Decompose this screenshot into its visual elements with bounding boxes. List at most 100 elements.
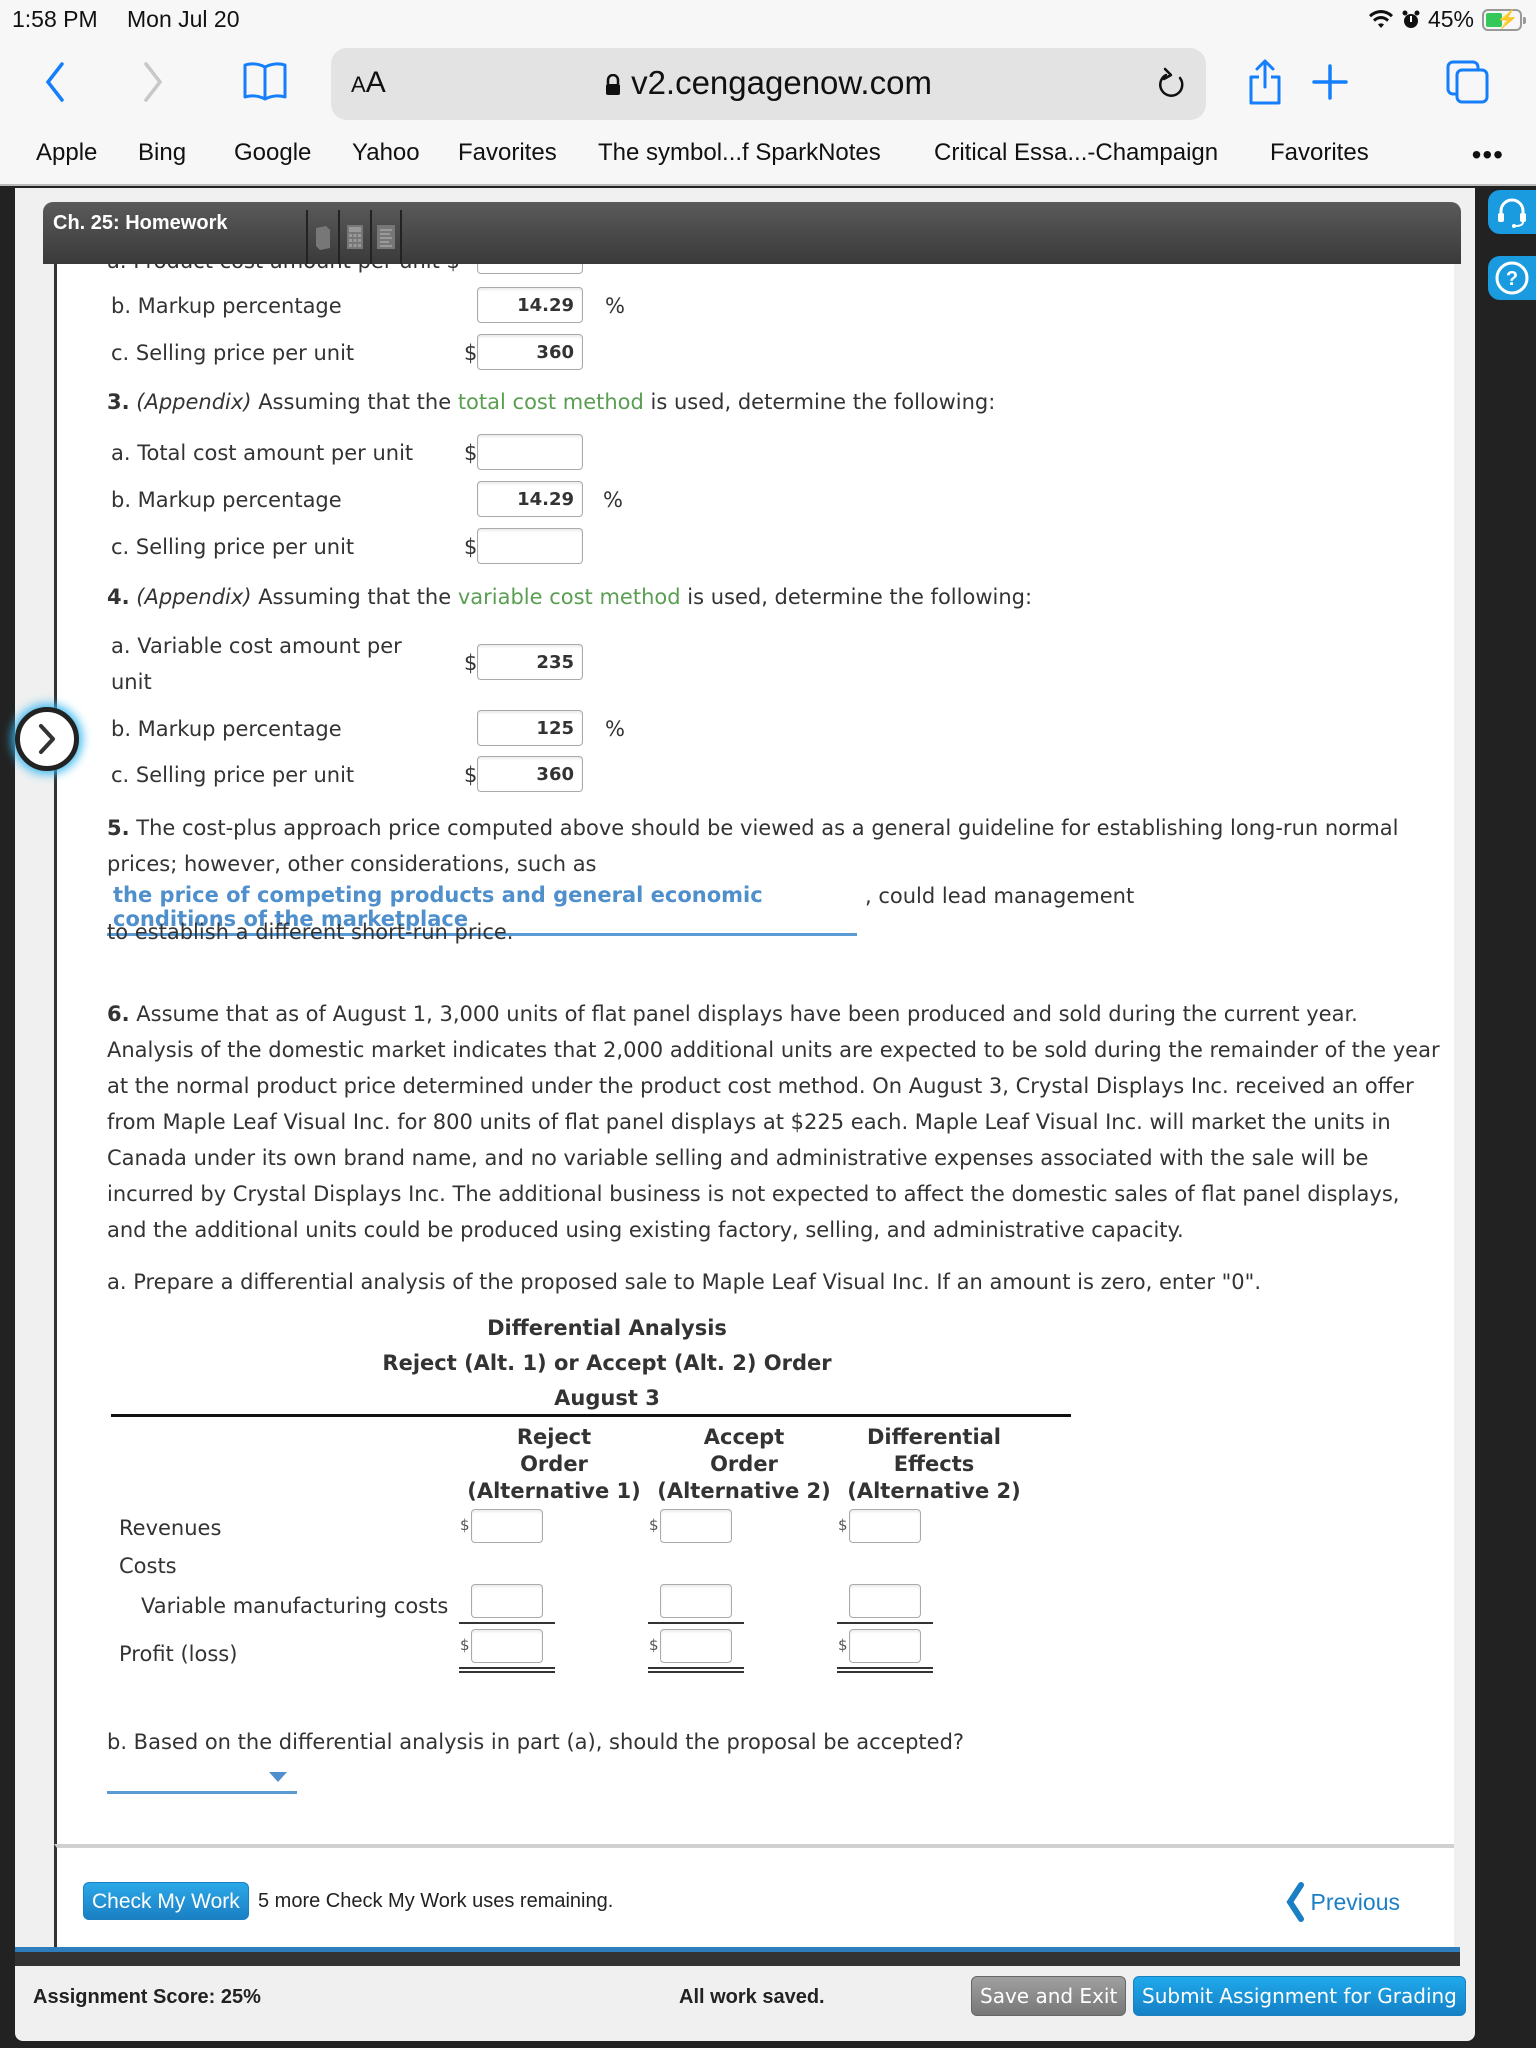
status-date: Mon Jul 20 — [127, 6, 240, 32]
ebook-button[interactable] — [306, 210, 338, 264]
q3-b-input[interactable]: 14.29 — [477, 481, 583, 517]
q3-a-input[interactable] — [477, 434, 583, 470]
profit-accept-prefix: $ — [649, 1636, 659, 1654]
variable-reject-input[interactable] — [471, 1584, 543, 1618]
q3-c-label: c. Selling price per unit — [111, 535, 355, 559]
tabs-button[interactable] — [1443, 57, 1493, 107]
q6-line6: incurred by Crystal Displays Inc. The ad… — [107, 1182, 1400, 1206]
save-status: All work saved. — [679, 1986, 825, 2008]
caret-down-icon — [269, 1772, 287, 1782]
bookmark-bing[interactable]: Bing — [138, 139, 186, 167]
calculator-button[interactable] — [338, 210, 370, 264]
bookmark-apple[interactable]: Apple — [36, 139, 97, 167]
row-label-profit: Profit (loss) — [119, 1642, 238, 1666]
profit-reject-input[interactable] — [471, 1629, 543, 1663]
assignment-footer: Assignment Score: 25% All work saved. Sa… — [15, 1966, 1475, 2041]
q2-b-input[interactable]: 14.29 — [477, 287, 583, 323]
book-icon — [316, 226, 330, 250]
q2-a-input[interactable] — [477, 264, 583, 274]
table-title-1: Differential Analysis — [487, 1316, 727, 1340]
q6-part-b-dropdown[interactable] — [107, 1764, 297, 1794]
revenues-reject-input[interactable] — [471, 1509, 543, 1543]
q6-line4: from Maple Leaf Visual Inc. for 800 unit… — [107, 1110, 1391, 1134]
next-question-button[interactable] — [15, 707, 79, 771]
previous-button[interactable]: Previous — [1285, 1882, 1400, 1922]
q4-c-label: c. Selling price per unit — [111, 763, 355, 787]
wifi-icon — [1368, 9, 1393, 28]
save-and-exit-button[interactable]: Save and Exit — [971, 1976, 1127, 2016]
share-button[interactable] — [1240, 57, 1290, 107]
row-label-revenues: Revenues — [119, 1516, 222, 1540]
revenues-accept-input[interactable] — [660, 1509, 732, 1543]
help-button[interactable]: ? — [1488, 256, 1536, 300]
total-double-rule — [837, 1667, 933, 1673]
profit-diff-prefix: $ — [838, 1636, 848, 1654]
q2-c-input[interactable]: 360 — [477, 334, 583, 370]
lock-icon — [606, 74, 621, 95]
more-bookmarks-icon[interactable]: ••• — [1472, 139, 1504, 171]
forward-button[interactable] — [128, 57, 178, 107]
support-button[interactable] — [1488, 190, 1536, 234]
q2-c-prefix: $ — [464, 341, 478, 365]
bookmark-sparknotes[interactable]: The symbol...f SparkNotes — [598, 139, 881, 167]
q4-c-prefix: $ — [464, 763, 478, 787]
divider-strip-dark — [15, 1952, 1460, 1966]
q3-c-input[interactable] — [477, 528, 583, 564]
check-my-work-remaining: 5 more Check My Work uses remaining. — [258, 1890, 614, 1912]
total-double-rule — [648, 1667, 744, 1673]
col-head-differential: Differential Effects (Alternative 2) — [847, 1425, 1021, 1503]
q4-method-link[interactable]: variable cost method — [458, 585, 681, 609]
q4-a-input[interactable]: 235 — [477, 644, 583, 680]
favorites-bar: Apple Bing Google Yahoo Favorites The sy… — [0, 135, 1536, 175]
bookmark-google[interactable]: Google — [234, 139, 311, 167]
total-double-rule — [459, 1667, 555, 1673]
revenues-diff-prefix: $ — [838, 1516, 848, 1534]
bookmark-favorites-2[interactable]: Favorites — [1270, 139, 1369, 167]
bookmark-yahoo[interactable]: Yahoo — [352, 139, 420, 167]
q6-line3: at the normal product price determined u… — [107, 1074, 1414, 1098]
q3-method-link[interactable]: total cost method — [458, 390, 644, 414]
notes-button[interactable] — [370, 210, 402, 264]
q6-line7: and the additional units could be produc… — [107, 1218, 1184, 1242]
q4-c-input[interactable]: 360 — [477, 756, 583, 792]
submit-assignment-button[interactable]: Submit Assignment for Grading — [1133, 1976, 1466, 2016]
battery-percent: 45% — [1427, 6, 1474, 32]
back-button[interactable] — [30, 57, 80, 107]
variable-diff-input[interactable] — [849, 1584, 921, 1618]
q5-line4: to establish a different short-run price… — [107, 920, 514, 944]
chevron-left-icon — [45, 62, 64, 102]
subtotal-rule — [648, 1622, 744, 1624]
q6-line1: 6. Assume that as of August 1, 3,000 uni… — [107, 1002, 1358, 1026]
bottom-panel: Check My Work 5 more Check My Work uses … — [54, 1844, 1454, 1948]
profit-accept-input[interactable] — [660, 1629, 732, 1663]
q3-a-label: a. Total cost amount per unit — [111, 441, 414, 465]
document-icon — [377, 225, 395, 249]
check-my-work-button[interactable]: Check My Work — [83, 1882, 249, 1920]
profit-diff-input[interactable] — [849, 1629, 921, 1663]
q5-line1: 5. The cost-plus approach price computed… — [107, 816, 1399, 840]
status-time: 1:58 PM — [12, 6, 98, 32]
chevron-left-icon — [1285, 1882, 1304, 1922]
variable-accept-input[interactable] — [660, 1584, 732, 1618]
col-head-reject: Reject Order (Alternative 1) — [467, 1425, 641, 1503]
address-bar[interactable]: AA v2.cengagenow.com — [331, 48, 1206, 120]
new-tab-button[interactable] — [1305, 57, 1355, 107]
q4-b-input[interactable]: 125 — [477, 710, 583, 746]
chevron-right-icon — [39, 724, 55, 754]
q3-heading: 3. (Appendix) Assuming that the total co… — [107, 390, 996, 414]
col-head-accept: Accept Order (Alternative 2) — [657, 1425, 831, 1503]
share-icon — [1249, 59, 1281, 105]
url-text[interactable]: v2.cengagenow.com — [331, 64, 1206, 102]
bookmarks-button[interactable] — [240, 57, 290, 107]
question-content[interactable]: a. Product cost amount per unit $ b. Mar… — [54, 264, 1454, 1844]
subtotal-rule — [459, 1622, 555, 1624]
bookmark-favorites[interactable]: Favorites — [458, 139, 557, 167]
q5-line2: prices; however, other considerations, s… — [107, 852, 597, 876]
q6-line5: Canada under its own brand name, and no … — [107, 1146, 1369, 1170]
revenues-diff-input[interactable] — [849, 1509, 921, 1543]
q5-line3-after: , could lead management — [865, 884, 1135, 908]
q3-a-prefix: $ — [464, 441, 478, 465]
bookmark-critical-essays[interactable]: Critical Essa...-Champaign — [934, 139, 1218, 167]
q2-b-label: b. Markup percentage — [111, 294, 342, 318]
reload-icon[interactable] — [1152, 64, 1192, 104]
